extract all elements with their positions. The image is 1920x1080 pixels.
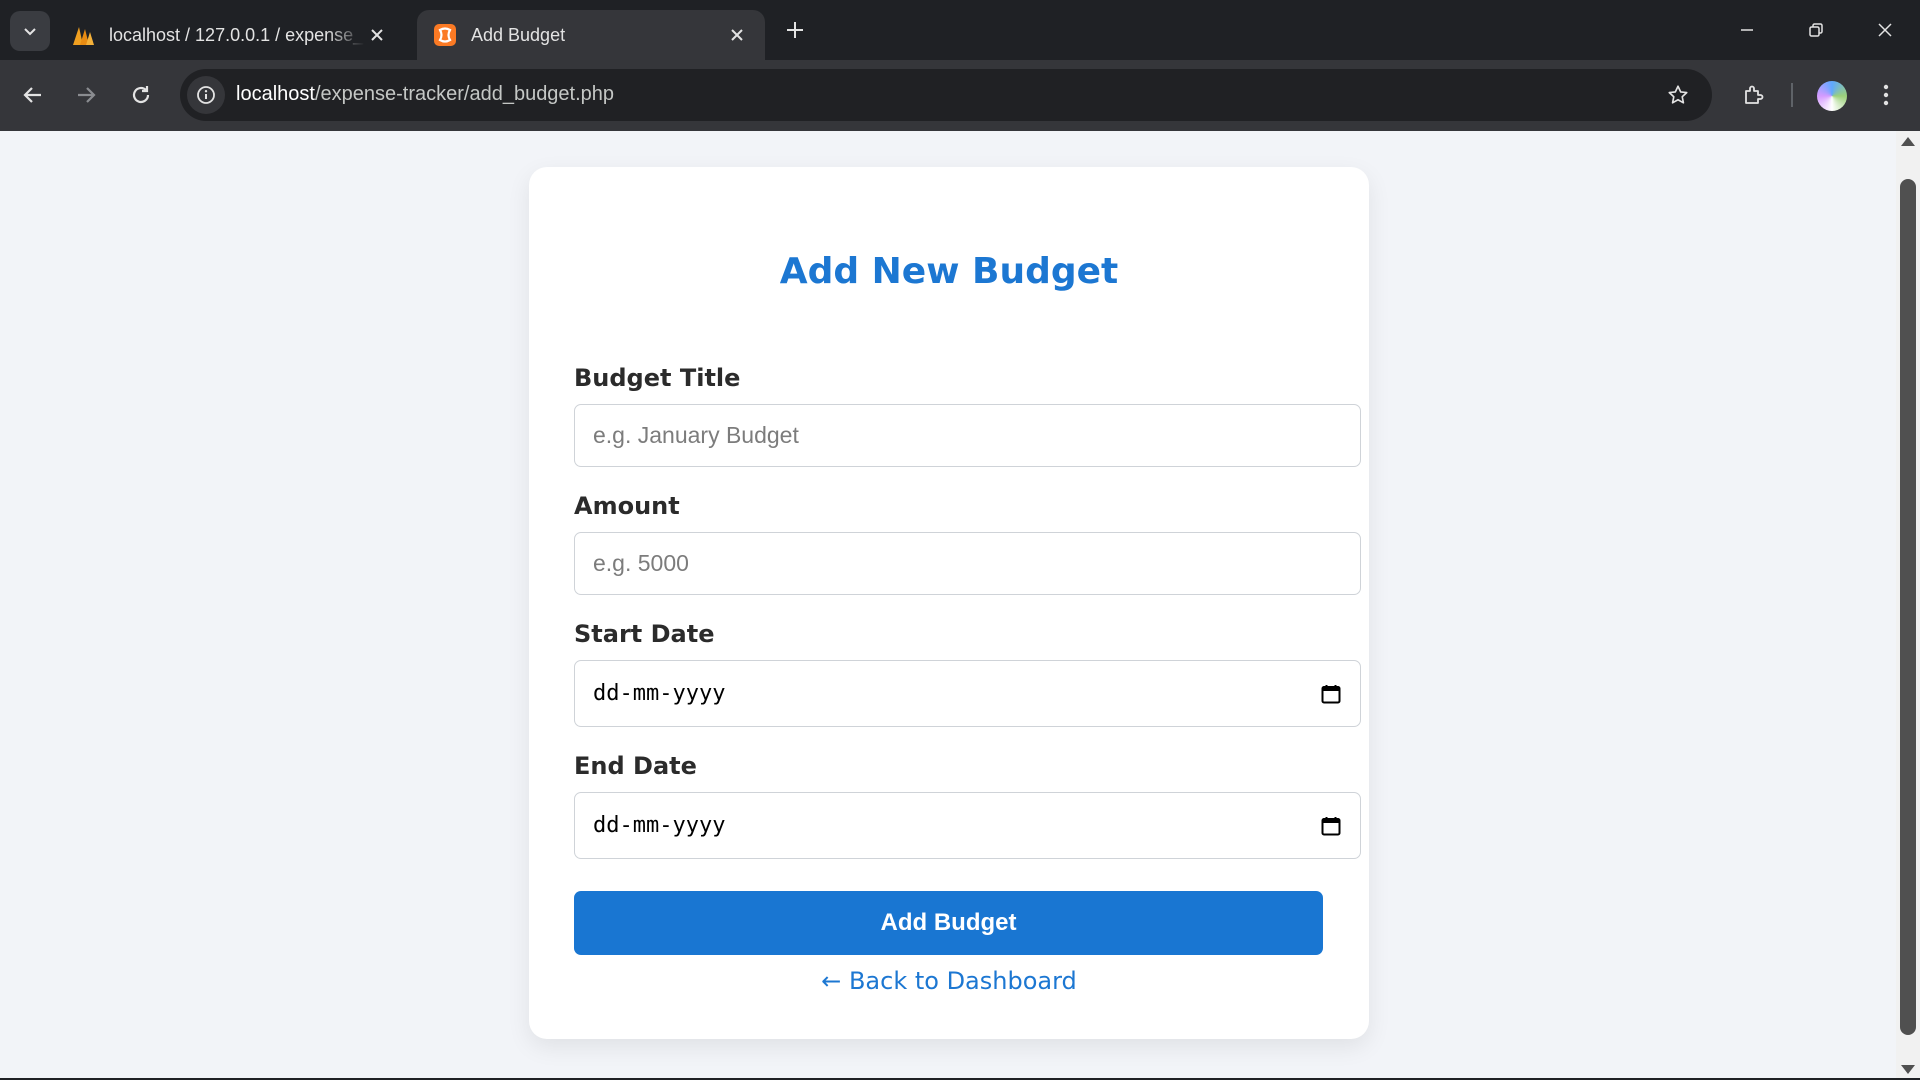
address-bar[interactable]: localhost/expense-tracker/add_budget.php bbox=[180, 69, 1712, 121]
info-icon bbox=[197, 86, 215, 104]
xampp-icon bbox=[433, 23, 457, 47]
calendar-icon[interactable] bbox=[1320, 815, 1342, 837]
back-button[interactable] bbox=[13, 75, 53, 115]
tab-search-button[interactable] bbox=[10, 11, 50, 51]
tab-title: Add Budget bbox=[471, 24, 566, 45]
kebab-menu-icon bbox=[1883, 84, 1889, 106]
extensions-button[interactable] bbox=[1734, 75, 1774, 115]
add-budget-card: Add New Budget Budget Title e.g. January… bbox=[529, 167, 1369, 1039]
plus-icon bbox=[787, 22, 803, 38]
start-date-input[interactable]: dd-mm-yyyy bbox=[574, 660, 1361, 727]
budget-title-input[interactable]: e.g. January Budget bbox=[574, 404, 1361, 467]
arrow-left-icon bbox=[23, 87, 41, 103]
puzzle-icon bbox=[1745, 85, 1764, 104]
new-tab-button[interactable] bbox=[779, 14, 811, 46]
url-text[interactable]: localhost/expense-tracker/add_budget.php bbox=[236, 83, 614, 106]
start-date-placeholder: dd-mm-yyyy bbox=[593, 681, 726, 706]
chevron-down-icon bbox=[24, 28, 36, 36]
toolbar-divider bbox=[1791, 83, 1793, 107]
close-icon[interactable] bbox=[365, 23, 389, 47]
reload-button[interactable] bbox=[121, 75, 161, 115]
page-viewport: Add New Budget Budget Title e.g. January… bbox=[0, 131, 1920, 1080]
browser-toolbar: localhost/expense-tracker/add_budget.php bbox=[0, 60, 1920, 131]
close-icon bbox=[1878, 23, 1892, 37]
amount-input[interactable]: e.g. 5000 bbox=[574, 532, 1361, 595]
phpmyadmin-icon bbox=[71, 23, 95, 47]
end-date-label: End Date bbox=[574, 752, 697, 780]
budget-title-placeholder: e.g. January Budget bbox=[593, 422, 799, 448]
tab-add-budget[interactable]: Add Budget bbox=[417, 10, 765, 60]
start-date-label: Start Date bbox=[574, 620, 715, 648]
profile-avatar[interactable] bbox=[1817, 81, 1847, 111]
page-title: Add New Budget bbox=[779, 251, 1119, 292]
tab-title: localhost / 127.0.0.1 / expense_ bbox=[109, 24, 364, 45]
reload-icon bbox=[132, 86, 150, 104]
close-window-button[interactable] bbox=[1851, 0, 1919, 60]
end-date-placeholder: dd-mm-yyyy bbox=[593, 813, 726, 838]
restore-icon bbox=[1809, 23, 1823, 37]
arrow-right-icon bbox=[78, 87, 96, 103]
budget-title-label: Budget Title bbox=[574, 364, 741, 392]
minimize-icon bbox=[1741, 29, 1753, 31]
url-host: localhost bbox=[236, 83, 315, 105]
restore-button[interactable] bbox=[1782, 0, 1850, 60]
menu-button[interactable] bbox=[1866, 75, 1906, 115]
close-icon[interactable] bbox=[725, 23, 749, 47]
url-path: /expense-tracker/add_budget.php bbox=[314, 83, 615, 105]
tab-strip: localhost / 127.0.0.1 / expense_ Add Bud… bbox=[0, 0, 1920, 60]
forward-button[interactable] bbox=[66, 75, 106, 115]
page-scrollbar[interactable] bbox=[1896, 131, 1920, 1080]
scroll-up-arrow-icon[interactable] bbox=[1901, 137, 1915, 146]
site-info-button[interactable] bbox=[187, 76, 225, 114]
tab-phpmyadmin[interactable]: localhost / 127.0.0.1 / expense_ bbox=[55, 10, 405, 60]
end-date-input[interactable]: dd-mm-yyyy bbox=[574, 792, 1361, 859]
bookmark-button[interactable] bbox=[1662, 79, 1694, 111]
add-budget-button[interactable]: Add Budget bbox=[574, 891, 1323, 955]
star-icon bbox=[1668, 85, 1688, 104]
calendar-icon[interactable] bbox=[1320, 683, 1342, 705]
scrollbar-thumb[interactable] bbox=[1900, 179, 1916, 1035]
scroll-down-arrow-icon[interactable] bbox=[1901, 1065, 1915, 1074]
back-to-dashboard-link[interactable]: ← Back to Dashboard bbox=[529, 967, 1369, 995]
amount-placeholder: e.g. 5000 bbox=[593, 550, 689, 576]
minimize-button[interactable] bbox=[1713, 0, 1781, 60]
amount-label: Amount bbox=[574, 492, 680, 520]
